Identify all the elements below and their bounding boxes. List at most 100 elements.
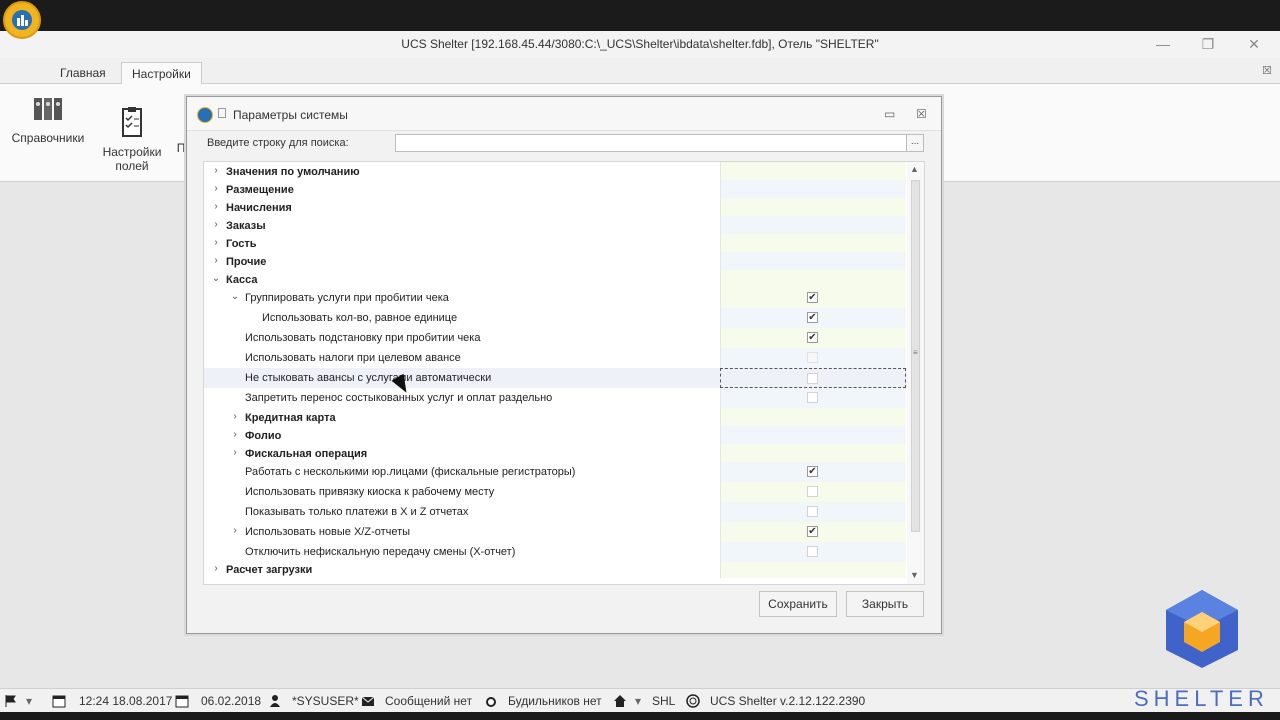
ribbon-item-partial[interactable]: П xyxy=(176,141,186,155)
maximize-icon[interactable]: ▭ xyxy=(884,107,895,121)
scroll-up-icon[interactable]: ▲ xyxy=(910,164,919,174)
setting-value-cell[interactable]: ✔ xyxy=(720,328,906,348)
setting-value-cell[interactable] xyxy=(720,502,906,522)
ribbon-collapse-icon[interactable]: ☒ xyxy=(1262,64,1272,77)
expand-icon[interactable]: › xyxy=(210,165,222,176)
settings-row[interactable]: Использовать налоги при целевом авансе xyxy=(204,348,907,368)
setting-checkbox[interactable] xyxy=(807,506,818,517)
setting-checkbox[interactable] xyxy=(807,546,818,557)
settings-row[interactable]: Не стыковать авансы с услугами автоматич… xyxy=(204,368,907,388)
settings-row[interactable]: › Размещение xyxy=(204,180,907,198)
setting-value-cell[interactable] xyxy=(720,388,906,408)
close-button[interactable]: Закрыть xyxy=(846,591,924,617)
setting-checkbox[interactable] xyxy=(807,486,818,497)
scroll-down-icon[interactable]: ▼ xyxy=(910,570,919,580)
setting-value-cell[interactable]: ✔ xyxy=(720,288,906,308)
search-more-button[interactable]: ... xyxy=(906,134,924,152)
settings-row[interactable]: Запретить перенос состыкованных услуг и … xyxy=(204,388,907,408)
setting-value-cell[interactable] xyxy=(720,408,906,426)
save-button[interactable]: Сохранить xyxy=(759,591,837,617)
tab-main[interactable]: Главная xyxy=(50,62,116,84)
settings-row[interactable]: › Начисления xyxy=(204,198,907,216)
app-logo-icon[interactable] xyxy=(3,1,41,39)
expand-icon[interactable]: › xyxy=(229,525,241,536)
restore-button[interactable]: ❐ xyxy=(1198,36,1218,52)
setting-value-cell[interactable] xyxy=(720,216,906,234)
setting-checkbox[interactable] xyxy=(807,392,818,403)
dropdown-icon[interactable]: ▾ xyxy=(26,694,32,708)
dropdown-icon[interactable]: ▾ xyxy=(635,694,641,708)
setting-label: Гость xyxy=(226,238,257,250)
collapse-icon[interactable]: ⌄ xyxy=(210,273,222,284)
settings-row[interactable]: › Фискальная операция xyxy=(204,444,907,462)
setting-value-cell[interactable] xyxy=(720,542,906,562)
settings-row[interactable]: › Расчет загрузки xyxy=(204,560,907,578)
settings-row[interactable]: › Использовать новые X/Z-отчеты ✔ xyxy=(204,522,907,542)
setting-value-cell[interactable] xyxy=(720,482,906,502)
search-input[interactable] xyxy=(395,134,907,152)
setting-value-cell[interactable] xyxy=(720,162,906,180)
setting-value-cell[interactable] xyxy=(720,252,906,270)
close-icon[interactable]: ☒ xyxy=(916,107,927,121)
settings-row[interactable]: › Заказы xyxy=(204,216,907,234)
messages-status[interactable]: Сообщений нет xyxy=(385,694,472,708)
setting-checkbox[interactable]: ✔ xyxy=(807,312,818,323)
setting-checkbox[interactable] xyxy=(807,352,818,363)
setting-value-cell[interactable] xyxy=(720,348,906,368)
setting-value-cell[interactable] xyxy=(720,270,906,288)
settings-row[interactable]: › Гость xyxy=(204,234,907,252)
ribbon-item-label: Настройки полей xyxy=(102,145,162,173)
setting-label: Использовать кол-во, равное единице xyxy=(262,312,458,324)
setting-value-cell[interactable] xyxy=(720,368,906,388)
setting-checkbox[interactable]: ✔ xyxy=(807,292,818,303)
setting-value-cell[interactable] xyxy=(720,444,906,462)
setting-value-cell[interactable] xyxy=(720,234,906,252)
setting-checkbox[interactable] xyxy=(807,373,818,384)
tab-settings[interactable]: Настройки xyxy=(121,62,202,84)
setting-value-cell[interactable]: ✔ xyxy=(720,308,906,328)
dialog-title-bar[interactable]: Параметры системы ▭ ☒ xyxy=(187,97,941,131)
settings-row[interactable]: Использовать привязку киоска к рабочему … xyxy=(204,482,907,502)
settings-row[interactable]: Отключить нефискальную передачу смены (X… xyxy=(204,542,907,562)
ribbon-item-directories[interactable]: Справочники xyxy=(10,92,86,145)
settings-row[interactable]: › Фолио xyxy=(204,426,907,444)
close-window-button[interactable]: ✕ xyxy=(1244,36,1264,52)
expand-icon[interactable]: › xyxy=(210,563,222,574)
setting-value-cell[interactable] xyxy=(720,198,906,216)
settings-row[interactable]: ⌄ Касса xyxy=(204,270,907,288)
settings-row[interactable]: ⌄ Группировать услуги при пробитии чека ✔ xyxy=(204,288,907,308)
setting-label: Не стыковать авансы с услугами автоматич… xyxy=(245,372,492,384)
settings-row[interactable]: Использовать подстановку при пробитии че… xyxy=(204,328,907,348)
setting-value-cell[interactable]: ✔ xyxy=(720,522,906,542)
expand-icon[interactable]: › xyxy=(210,183,222,194)
flag-icon[interactable] xyxy=(4,694,18,708)
settings-row[interactable]: Работать с несколькими юр.лицами (фискал… xyxy=(204,462,907,482)
setting-checkbox[interactable]: ✔ xyxy=(807,332,818,343)
clipboard-checklist-icon xyxy=(122,107,142,137)
alarms-status[interactable]: Будильников нет xyxy=(508,694,602,708)
expand-icon[interactable]: › xyxy=(210,255,222,266)
collapse-icon[interactable]: ⌄ xyxy=(229,291,241,302)
settings-row[interactable]: Показывать только платежи в X и Z отчета… xyxy=(204,502,907,522)
setting-value-cell[interactable] xyxy=(720,180,906,198)
settings-row[interactable]: › Прочие xyxy=(204,252,907,270)
settings-row[interactable]: › Значения по умолчанию xyxy=(204,162,907,180)
expand-icon[interactable]: › xyxy=(229,429,241,440)
expand-icon[interactable]: › xyxy=(210,201,222,212)
setting-value-cell[interactable] xyxy=(720,560,906,578)
vertical-scrollbar[interactable]: ▲ ≡ ▼ xyxy=(907,162,924,584)
setting-value-cell[interactable]: ✔ xyxy=(720,462,906,482)
app-version: UCS Shelter v.2.12.122.2390 xyxy=(710,694,866,708)
setting-value-cell[interactable] xyxy=(720,426,906,444)
settings-row[interactable]: Использовать кол-во, равное единице ✔ xyxy=(204,308,907,328)
settings-row[interactable]: › Кредитная карта xyxy=(204,408,907,426)
expand-icon[interactable]: › xyxy=(229,411,241,422)
setting-checkbox[interactable]: ✔ xyxy=(807,466,818,477)
expand-icon[interactable]: › xyxy=(210,237,222,248)
document-icon xyxy=(218,108,226,118)
minimize-button[interactable]: — xyxy=(1153,36,1173,52)
setting-checkbox[interactable]: ✔ xyxy=(807,526,818,537)
expand-icon[interactable]: › xyxy=(210,219,222,230)
expand-icon[interactable]: › xyxy=(229,447,241,458)
ribbon-item-field-settings[interactable]: Настройки полей xyxy=(96,92,168,187)
